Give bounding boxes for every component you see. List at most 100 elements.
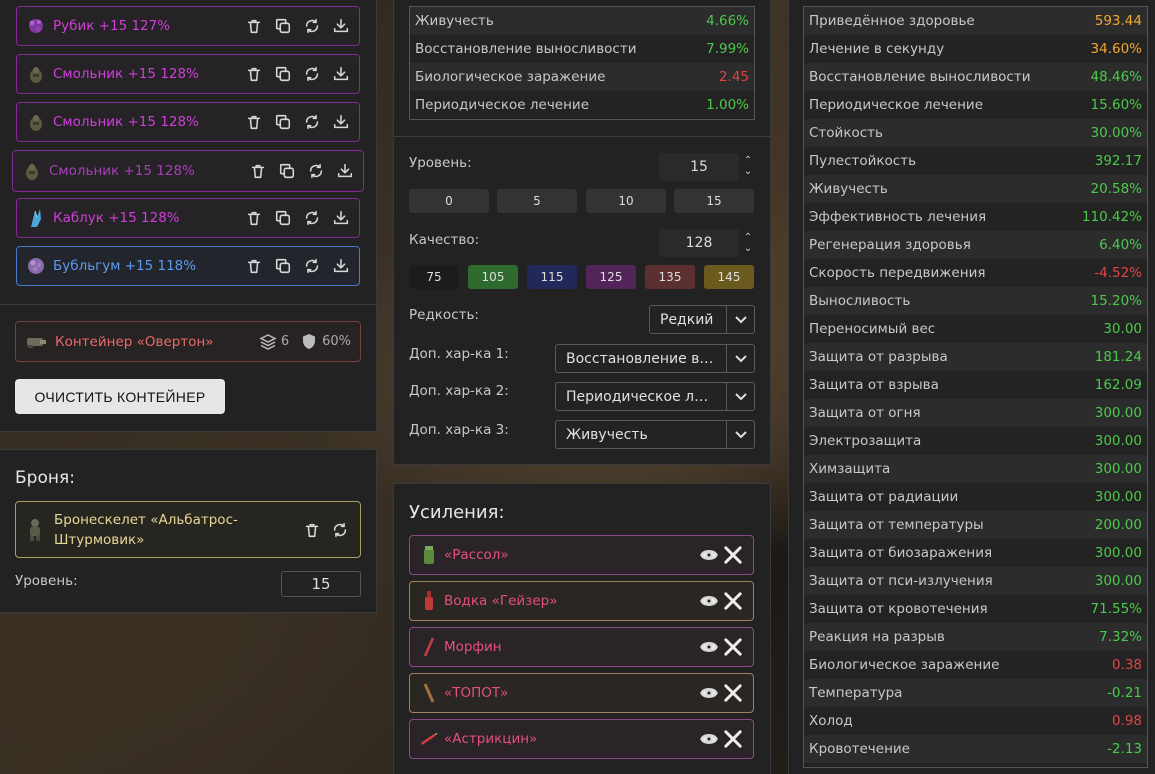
total-stat-row: Защита от температуры 200.00 <box>804 511 1147 539</box>
artifact-row[interactable]: Бубльгум +15 118% <box>16 246 360 286</box>
total-stat-row: Температура -0.21 <box>804 679 1147 707</box>
artifact-row[interactable]: Смольник +15 128% <box>16 54 360 94</box>
copy-artifact-button[interactable] <box>273 208 293 228</box>
container-row[interactable]: Контейнер «Овертон» 6 60% <box>15 321 361 362</box>
remove-boost-button[interactable] <box>723 591 743 611</box>
stat-value: 1.00% <box>706 97 749 113</box>
artifact-row[interactable]: Смольник +15 128% <box>12 150 364 192</box>
stat-label: Электрозащита <box>809 433 922 449</box>
swap-artifact-button[interactable] <box>302 208 322 228</box>
toggle-visibility-button[interactable] <box>699 683 719 703</box>
stat-label: Кровотечение <box>809 741 910 757</box>
stat-label: Холод <box>809 713 853 729</box>
total-stat-row: Защита от радиации 300.00 <box>804 483 1147 511</box>
extra2-value: Периодическое лечение <box>566 388 726 405</box>
remove-boost-button[interactable] <box>723 683 743 703</box>
stat-value: 6.40% <box>1099 237 1142 253</box>
boost-row[interactable]: «ТОПОТ» <box>409 673 754 713</box>
container-name: Контейнер «Овертон» <box>55 333 214 350</box>
eye-icon <box>700 688 718 698</box>
artifact-row[interactable]: Смольник +15 128% <box>16 102 360 142</box>
toggle-visibility-button[interactable] <box>699 591 719 611</box>
delete-artifact-button[interactable] <box>244 256 264 276</box>
astrictin-syringe-icon <box>420 731 438 747</box>
quality-stepper[interactable]: ⌃ ⌄ <box>742 232 754 254</box>
download-artifact-button[interactable] <box>335 161 355 181</box>
remove-boost-button[interactable] <box>723 729 743 749</box>
smolnik-artifact-icon <box>25 63 47 85</box>
rarity-select[interactable]: Редкий <box>649 305 755 334</box>
swap-artifact-button[interactable] <box>306 161 326 181</box>
copy-artifact-button[interactable] <box>273 16 293 36</box>
armor-name-line1: Бронескелет «Альбатрос- <box>54 511 238 528</box>
swap-artifact-button[interactable] <box>302 64 322 84</box>
boost-row[interactable]: «Рассол» <box>409 535 754 575</box>
delete-armor-button[interactable] <box>302 520 322 540</box>
swap-artifact-button[interactable] <box>302 16 322 36</box>
download-artifact-button[interactable] <box>331 256 351 276</box>
swap-artifact-button[interactable] <box>302 112 322 132</box>
level-preset-button[interactable]: 10 <box>586 189 666 213</box>
copy-artifact-button[interactable] <box>273 256 293 276</box>
copy-artifact-button[interactable] <box>273 112 293 132</box>
extra2-select[interactable]: Периодическое лечение <box>555 382 755 411</box>
toggle-visibility-button[interactable] <box>699 545 719 565</box>
armor-icon <box>26 518 46 542</box>
copy-icon <box>275 258 291 274</box>
armor-level-input[interactable]: 15 <box>281 571 361 597</box>
clear-container-button[interactable]: ОЧИСТИТЬ КОНТЕЙНЕР <box>15 379 225 414</box>
level-preset-button[interactable]: 15 <box>674 189 754 213</box>
quality-preset-button[interactable]: 125 <box>586 265 636 289</box>
delete-artifact-button[interactable] <box>244 112 264 132</box>
artifact-stats-table: Живучесть 4.66% Восстановление выносливост… <box>409 6 755 120</box>
armor-row[interactable]: Бронескелет «Альбатрос- Штурмовик» <box>15 501 361 558</box>
download-icon <box>333 210 349 225</box>
boost-row[interactable]: Морфин <box>409 627 754 667</box>
delete-artifact-button[interactable] <box>244 208 264 228</box>
total-stat-row: Регенерация здоровья 6.40% <box>804 231 1147 259</box>
level-preset-button[interactable]: 0 <box>409 189 489 213</box>
remove-boost-button[interactable] <box>723 545 743 565</box>
stat-value: 593.44 <box>1094 13 1142 29</box>
artifact-row[interactable]: Каблук +15 128% <box>16 198 360 238</box>
quality-preset-button[interactable]: 105 <box>468 265 518 289</box>
toggle-visibility-button[interactable] <box>699 637 719 657</box>
swap-artifact-button[interactable] <box>302 256 322 276</box>
quality-input[interactable]: 128 <box>659 229 739 257</box>
quality-preset-button[interactable]: 75 <box>409 265 459 289</box>
copy-artifact-button[interactable] <box>277 161 297 181</box>
quality-preset-button[interactable]: 115 <box>527 265 577 289</box>
artifact-stat-row: Биологическое заражение 2.45 <box>410 63 754 91</box>
boost-row[interactable]: «Астрикцин» <box>409 719 754 759</box>
remove-boost-button[interactable] <box>723 637 743 657</box>
level-preset-button[interactable]: 5 <box>497 189 577 213</box>
stat-label: Защита от температуры <box>809 517 984 533</box>
level-stepper[interactable]: ⌃ ⌄ <box>742 155 754 177</box>
level-input[interactable]: 15 <box>659 153 739 181</box>
boost-row[interactable]: Водка «Гейзер» <box>409 581 754 621</box>
stat-value: 15.20% <box>1090 293 1142 309</box>
download-artifact-button[interactable] <box>331 16 351 36</box>
download-artifact-button[interactable] <box>331 64 351 84</box>
swap-armor-button[interactable] <box>330 520 350 540</box>
quality-preset-button[interactable]: 145 <box>704 265 754 289</box>
delete-artifact-button[interactable] <box>244 16 264 36</box>
quality-label: Качество: <box>409 232 480 248</box>
stat-label: Защита от биозаражения <box>809 545 993 561</box>
extra3-select[interactable]: Живучесть <box>555 420 755 449</box>
stat-label: Защита от разрыва <box>809 349 948 365</box>
total-stat-row: Переносимый вес 30.00 <box>804 315 1147 343</box>
boost-name: «Астрикцин» <box>444 731 538 747</box>
download-artifact-button[interactable] <box>331 112 351 132</box>
delete-artifact-button[interactable] <box>248 161 268 181</box>
rarity-label: Редкость: <box>409 307 479 323</box>
copy-artifact-button[interactable] <box>273 64 293 84</box>
toggle-visibility-button[interactable] <box>699 729 719 749</box>
quality-preset-button[interactable]: 135 <box>645 265 695 289</box>
trash-icon <box>305 523 319 537</box>
close-icon <box>724 730 742 748</box>
delete-artifact-button[interactable] <box>244 64 264 84</box>
download-artifact-button[interactable] <box>331 208 351 228</box>
extra1-select[interactable]: Восстановление выносливости <box>555 344 755 373</box>
artifact-row[interactable]: Рубик +15 127% <box>16 6 360 46</box>
